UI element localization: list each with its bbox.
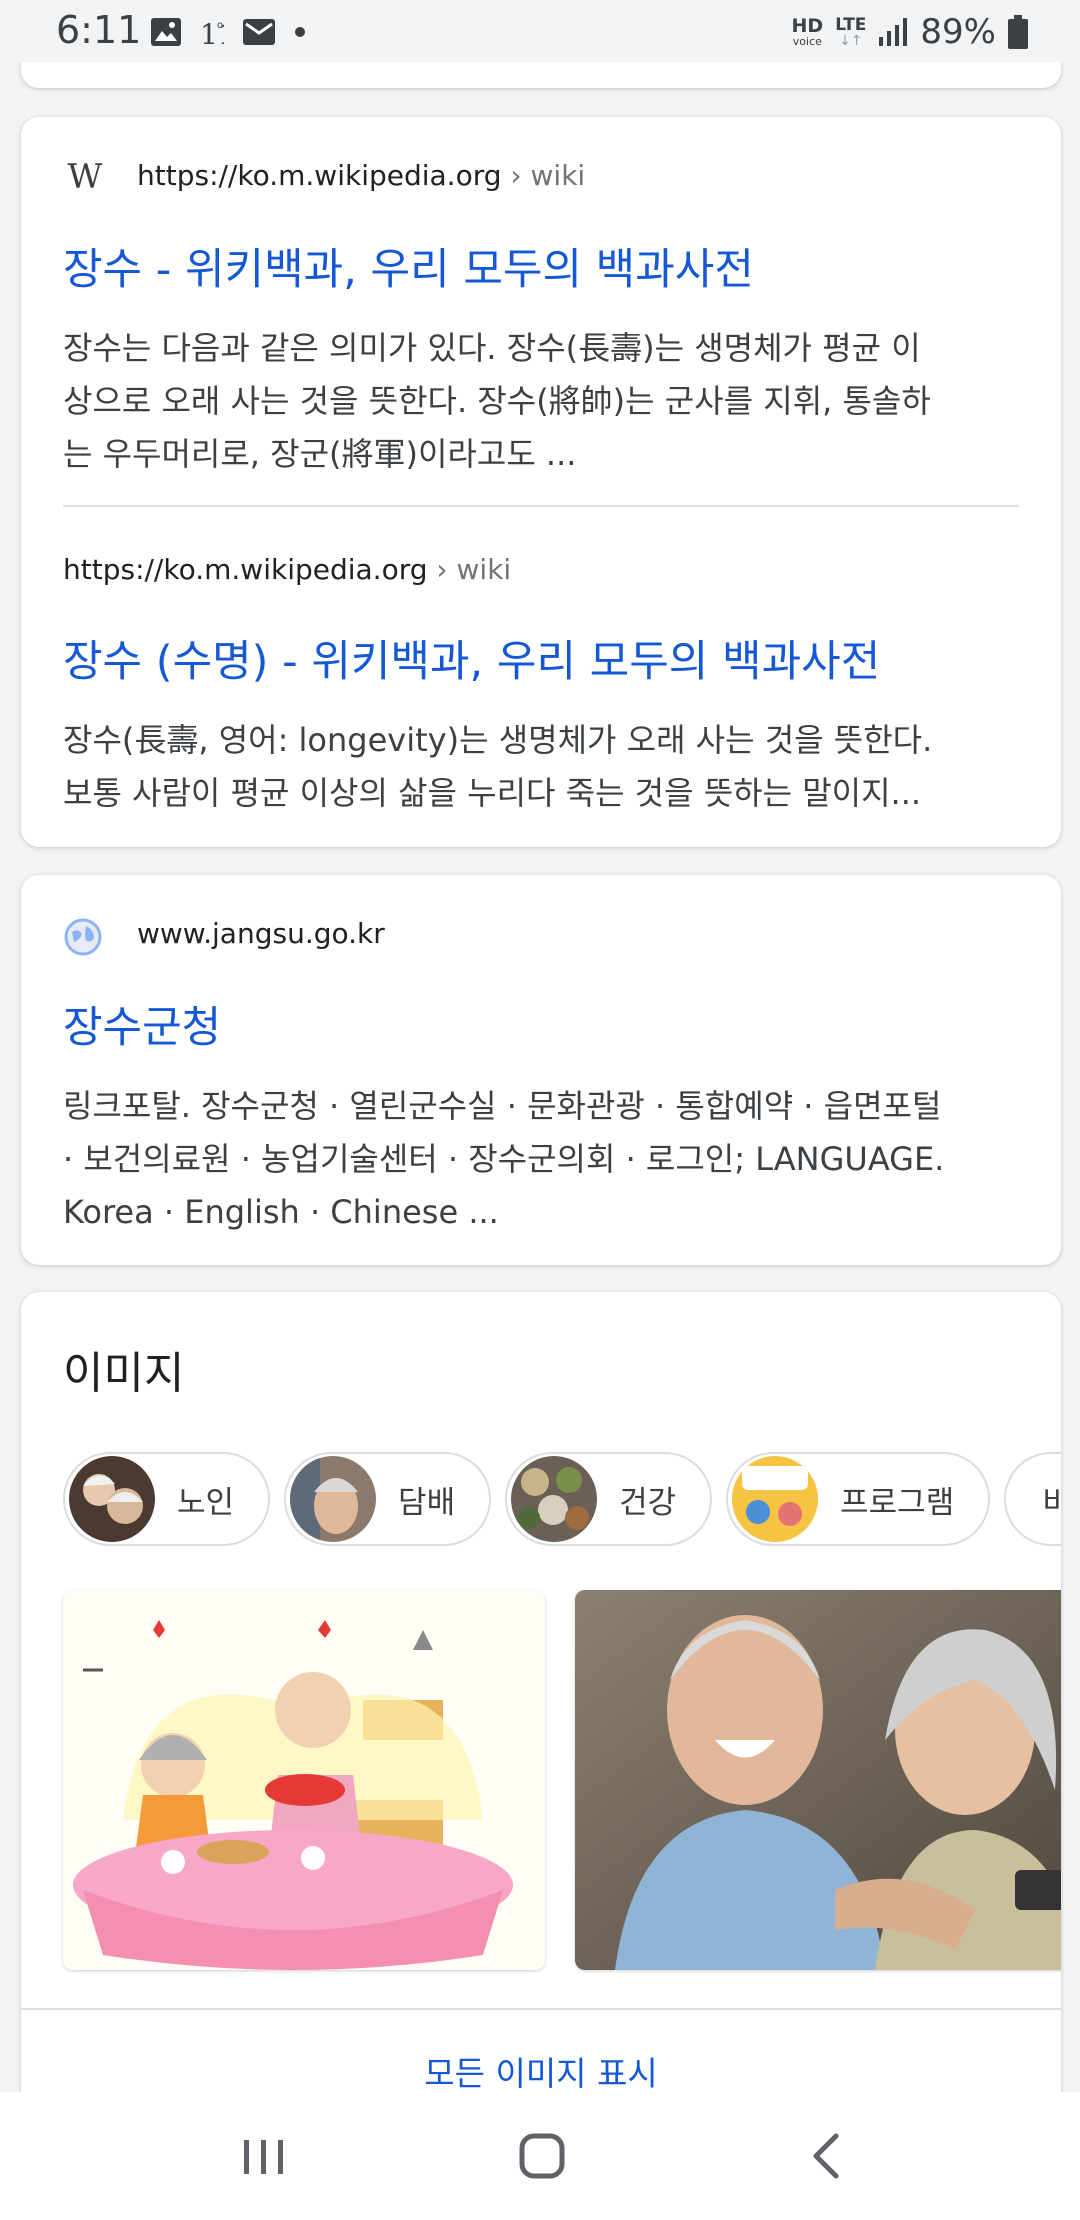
mail-icon [243, 19, 275, 45]
snippet-line: 장수는 다음과 같은 의미가 있다. 장수(長壽)는 생명체가 평균 이 [63, 329, 921, 367]
chip-label: 프로그램 [840, 1484, 955, 1521]
wikipedia-results-card: W https://ko.m.wikipedia.org › wiki 장수 -… [21, 117, 1061, 847]
result-url[interactable]: https://ko.m.wikipedia.org › wiki [137, 159, 585, 192]
dot-icon [295, 27, 305, 37]
result-url[interactable]: www.jangsu.go.kr [137, 917, 385, 950]
image-results-row [63, 1590, 1061, 1970]
image-filter-chips: 노인 담배 건강 프로그램 비 [63, 1452, 1061, 1548]
signal-icon [879, 18, 908, 46]
image-result-photo[interactable] [575, 1590, 1061, 1970]
chip-label: 건강 [619, 1484, 677, 1521]
11st-icon: 11 o [200, 18, 224, 48]
hd-voice-indicator: HD voice [791, 15, 824, 48]
snippet-line: 링크포탈. 장수군청 · 열린군수실 · 문화관광 · 통합예약 · 읍면포털 [63, 1087, 942, 1125]
result-title-link[interactable]: 장수 - 위키백과, 우리 모두의 백과사전 [63, 235, 754, 297]
chip-thumbnail [290, 1456, 377, 1542]
result-snippet: 장수는 다음과 같은 의미가 있다. 장수(長壽)는 생명체가 평균 이 상으로… [63, 322, 931, 481]
navigation-bar [0, 2092, 1080, 2220]
show-all-images-link[interactable]: 모든 이미지 표시 [21, 2047, 1061, 2095]
home-icon[interactable] [518, 2126, 566, 2186]
status-time: 6:11 [56, 8, 142, 52]
battery-icon [1008, 15, 1028, 49]
wikipedia-logo-icon: W [67, 157, 103, 197]
chip-thumbnail [69, 1456, 155, 1542]
lte-indicator: LTE ↓↑ [835, 14, 867, 49]
result-url[interactable]: https://ko.m.wikipedia.org › wiki [63, 553, 511, 586]
chip-thumbnail [511, 1456, 598, 1542]
chip-label: 노인 [177, 1484, 235, 1521]
status-right: HD voice LTE ↓↑ 89% [791, 10, 1028, 54]
globe-icon [64, 918, 102, 956]
chip-thumbnail [732, 1456, 819, 1542]
battery-percent: 89% [920, 12, 996, 52]
snippet-line: 상으로 오래 사는 것을 뜻한다. 장수(將帥)는 군사를 지휘, 통솔하 [63, 382, 931, 420]
chip-label: 담배 [398, 1484, 456, 1521]
snippet-line: · 보건의료원 · 농업기술센터 · 장수군의회 · 로그인; LANGUAGE… [63, 1140, 945, 1178]
result-divider [63, 505, 1019, 507]
chip-program[interactable]: 프로그램 [726, 1452, 991, 1546]
result-breadcrumb: › wiki [427, 553, 512, 586]
chip-elderly[interactable]: 노인 [63, 1452, 271, 1546]
result-domain: www.jangsu.go.kr [137, 917, 385, 950]
snippet-line: Korea · English · Chinese ... [63, 1193, 499, 1231]
hd-label: HD [791, 15, 824, 37]
globe-favicon-icon [63, 917, 103, 957]
back-icon[interactable] [806, 2126, 846, 2186]
voice-label: voice [792, 35, 822, 48]
chip-tobacco[interactable]: 담배 [284, 1452, 492, 1546]
chip-health[interactable]: 건강 [505, 1452, 713, 1546]
data-arrows-icon: ↓↑ [839, 32, 863, 49]
result-domain: https://ko.m.wikipedia.org [137, 159, 502, 192]
status-bar: 6:11 11 o HD voice LTE ↓↑ [0, 0, 1080, 62]
images-section-card: 이미지 노인 담배 건강 프로그램 비 모든 이미지 표시 [21, 1292, 1061, 2220]
lte-label: LTE [835, 14, 867, 35]
result-title-link[interactable]: 장수군청 [63, 993, 221, 1055]
wikipedia-favicon-icon: W [63, 157, 103, 197]
result-breadcrumb: › wiki [501, 159, 586, 192]
jangsu-result-card: www.jangsu.go.kr 장수군청 링크포탈. 장수군청 · 열린군수실… [21, 875, 1061, 1265]
snippet-line: 장수(長壽, 영어: longevity)는 생명체가 오래 사는 것을 뜻한다… [63, 721, 933, 759]
chip-label: 비결 [1042, 1484, 1061, 1521]
notification-icons: 11 o [150, 12, 306, 52]
gallery-icon [151, 18, 181, 46]
snippet-line: 보통 사람이 평균 이상의 삶을 누리다 죽는 것을 뜻하는 말이지... [63, 774, 922, 812]
result-domain: https://ko.m.wikipedia.org [63, 553, 428, 586]
svg-text:o: o [217, 20, 223, 31]
image-result-illustration[interactable] [63, 1590, 545, 1970]
images-divider [21, 2008, 1061, 2010]
chip-secret[interactable]: 비결 [1004, 1452, 1061, 1546]
snippet-line: 는 우두머리로, 장군(將軍)이라고도 ... [63, 435, 577, 473]
images-section-title: 이미지 [63, 1348, 185, 1399]
result-snippet: 링크포탈. 장수군청 · 열린군수실 · 문화관광 · 통합예약 · 읍면포털 … [63, 1080, 944, 1239]
result-snippet: 장수(長壽, 영어: longevity)는 생명체가 오래 사는 것을 뜻한다… [63, 714, 932, 820]
recent-apps-icon[interactable] [242, 2126, 286, 2186]
result-title-link[interactable]: 장수 (수명) - 위키백과, 우리 모두의 백과사전 [63, 627, 880, 689]
